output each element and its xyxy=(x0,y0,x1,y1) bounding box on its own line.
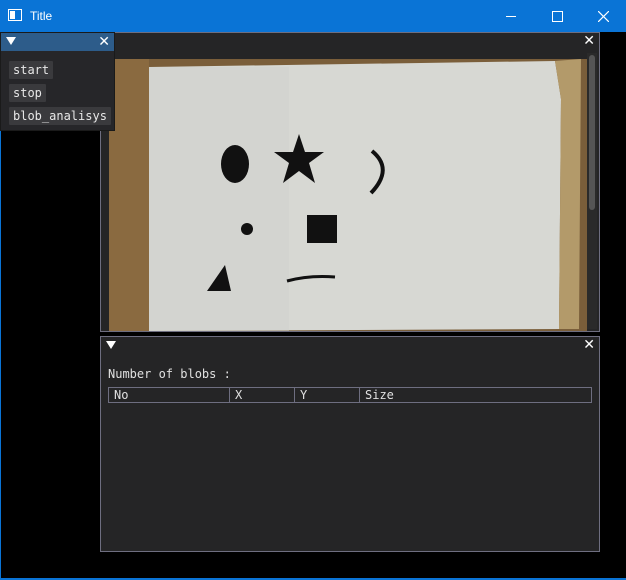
video-window: ✕ xyxy=(100,32,600,332)
camera-frame-image xyxy=(109,59,587,331)
controls-window-close-icon[interactable]: ✕ xyxy=(98,35,110,49)
close-icon xyxy=(597,10,609,22)
blob-window-close-icon[interactable]: ✕ xyxy=(583,338,595,352)
blob-count-label: Number of blobs : xyxy=(108,367,231,381)
blob-analysis-button[interactable]: blob_analisys xyxy=(9,107,111,125)
column-header-y[interactable]: Y xyxy=(294,388,359,402)
column-header-size[interactable]: Size xyxy=(359,388,591,402)
column-header-x[interactable]: X xyxy=(229,388,294,402)
blob-results-window: ✕ Number of blobs : No X Y Size xyxy=(100,336,600,552)
video-window-close-icon[interactable]: ✕ xyxy=(583,34,595,48)
controls-window: ✕ start stop blob_analisys xyxy=(0,32,115,131)
minimize-button[interactable] xyxy=(488,0,534,32)
title-bar: Title xyxy=(0,0,626,32)
collapse-triangle-icon[interactable] xyxy=(106,341,116,349)
app-window-icon xyxy=(8,9,22,21)
window-title: Title xyxy=(30,9,53,23)
maximize-button[interactable] xyxy=(534,0,580,32)
maximize-icon xyxy=(551,10,563,22)
blob-table: No X Y Size xyxy=(108,387,592,403)
stop-button[interactable]: stop xyxy=(9,84,46,102)
minimize-icon xyxy=(506,15,516,17)
controls-title-bar[interactable]: ✕ xyxy=(1,33,114,51)
scrollbar-thumb[interactable] xyxy=(589,55,595,210)
collapse-triangle-icon[interactable] xyxy=(6,37,16,45)
column-header-no[interactable]: No xyxy=(109,388,229,402)
start-button[interactable]: start xyxy=(9,61,54,79)
close-button[interactable] xyxy=(580,0,626,32)
video-scrollbar[interactable] xyxy=(587,53,597,329)
